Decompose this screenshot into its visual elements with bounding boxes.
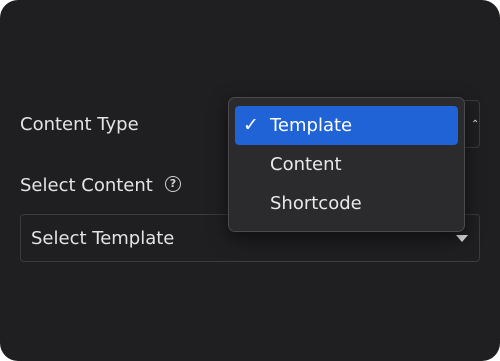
menu-item-label: Content	[270, 154, 342, 175]
menu-item-label: Template	[270, 115, 353, 136]
menu-item-content[interactable]: Content	[235, 145, 458, 184]
checkmark-icon: ✓	[243, 114, 259, 136]
select-arrows-icon: ⌃	[471, 119, 480, 130]
menu-item-template[interactable]: ✓ Template	[235, 106, 458, 145]
menu-item-shortcode[interactable]: Shortcode	[235, 184, 458, 223]
select-content-label: Select Content	[20, 175, 153, 196]
caret-down-icon	[456, 235, 468, 242]
menu-item-label: Shortcode	[270, 193, 362, 214]
settings-panel: Content Type ⌃ Select Content ? Select T…	[0, 0, 500, 361]
help-circle-icon[interactable]: ?	[165, 176, 181, 192]
content-type-label: Content Type	[20, 114, 139, 135]
select-template-value: Select Template	[31, 228, 175, 249]
content-type-menu: ✓ Template Content Shortcode	[228, 97, 465, 232]
